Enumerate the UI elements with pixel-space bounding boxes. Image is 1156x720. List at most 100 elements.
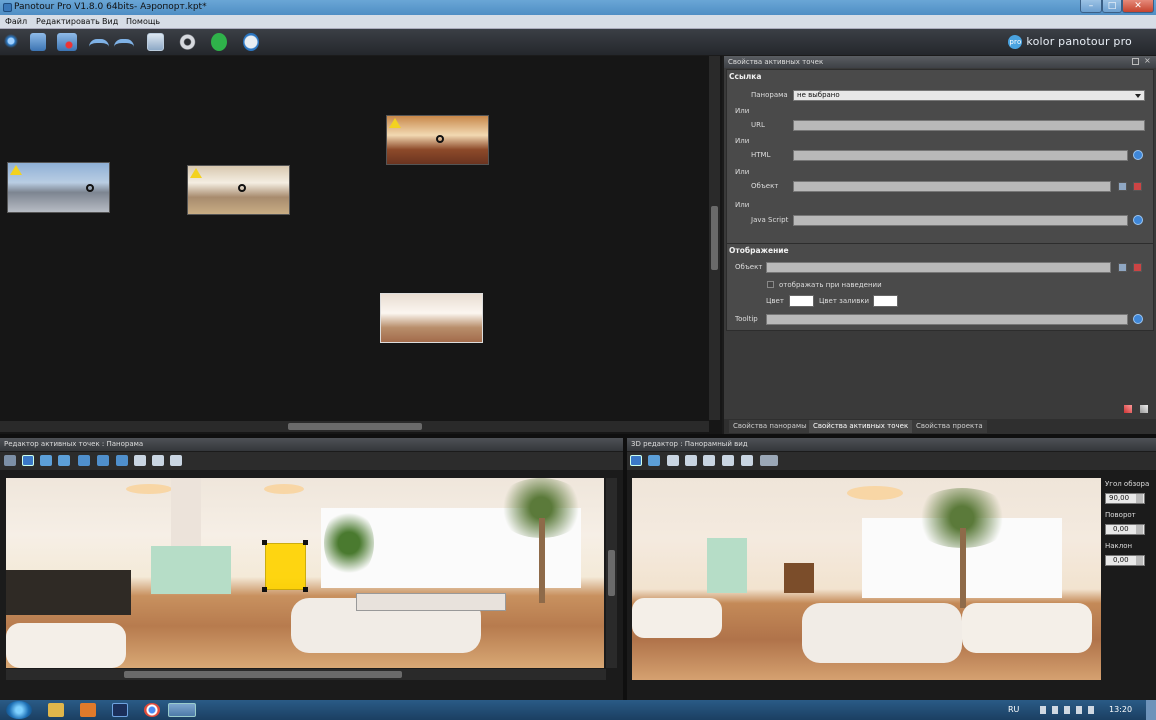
- tray-icons[interactable]: [1040, 706, 1100, 714]
- hotspot-marker[interactable]: [86, 184, 94, 192]
- browse-folder-icon[interactable]: [1118, 182, 1127, 191]
- hotspot-handle[interactable]: [303, 587, 308, 592]
- point-tool-icon[interactable]: [58, 455, 70, 466]
- javascript-input[interactable]: [793, 215, 1128, 226]
- menu-file[interactable]: Файл: [5, 17, 27, 26]
- image-export-icon[interactable]: [741, 455, 753, 466]
- walk-right-icon[interactable]: [703, 455, 715, 466]
- hotspot-editor-panorama[interactable]: [6, 478, 604, 668]
- walk-left-icon[interactable]: [685, 455, 697, 466]
- javascript-edit-icon[interactable]: [1133, 215, 1143, 225]
- close-project-icon[interactable]: [57, 33, 77, 51]
- url-input[interactable]: [793, 120, 1145, 131]
- scroll-thumb[interactable]: [288, 423, 422, 430]
- help-icon[interactable]: [243, 33, 259, 51]
- html-edit-icon[interactable]: [1133, 150, 1143, 160]
- redo-icon[interactable]: [114, 39, 134, 47]
- scroll-thumb[interactable]: [711, 206, 718, 270]
- clear-icon[interactable]: [1133, 182, 1142, 191]
- menu-help[interactable]: Помощь: [126, 17, 160, 26]
- panorama-select[interactable]: не выбрано: [793, 90, 1145, 101]
- select-tool-icon[interactable]: [630, 455, 642, 466]
- selected-hotspot[interactable]: [265, 543, 306, 590]
- tooltip-label: Tooltip: [735, 315, 758, 323]
- hotspot-marker[interactable]: [436, 135, 444, 143]
- add-panorama-icon[interactable]: [3, 33, 23, 51]
- object-input[interactable]: [793, 181, 1111, 192]
- chrome-icon[interactable]: [144, 703, 160, 717]
- add-point-icon[interactable]: [78, 455, 90, 466]
- tab-project-properties[interactable]: Свойства проекта: [912, 420, 987, 433]
- tooltip-input[interactable]: [766, 314, 1128, 325]
- clear-icon[interactable]: [1133, 263, 1142, 272]
- editor-3d-header: 3D редактор : Панорамный вид: [627, 438, 1156, 451]
- start-orb-icon[interactable]: [6, 701, 32, 719]
- color-label: Цвет: [766, 297, 784, 305]
- media-player-icon[interactable]: [80, 703, 96, 717]
- canvas-vertical-scrollbar[interactable]: [709, 56, 720, 420]
- photoshop-icon[interactable]: [112, 703, 128, 717]
- rectangle-tool-icon[interactable]: [22, 455, 34, 466]
- maximize-button[interactable]: □: [1102, 0, 1122, 13]
- panorama-thumb-selected[interactable]: [380, 293, 483, 343]
- walk-icon[interactable]: [667, 455, 679, 466]
- editor-horizontal-scrollbar[interactable]: [6, 669, 606, 680]
- editor-vertical-scrollbar[interactable]: [606, 478, 617, 668]
- view-mode-dropdown-icon[interactable]: [760, 455, 778, 466]
- color-swatch[interactable]: [789, 295, 814, 307]
- menu-edit[interactable]: Редактировать: [36, 17, 100, 26]
- hotspot-handle[interactable]: [303, 540, 308, 545]
- editor-3d-view[interactable]: [632, 478, 1101, 680]
- undo-icon[interactable]: [89, 39, 109, 47]
- panotour-taskbar-icon[interactable]: [168, 703, 196, 717]
- select-tool-icon[interactable]: [4, 455, 16, 466]
- add-image-icon[interactable]: [147, 33, 164, 51]
- minimize-button[interactable]: –: [1080, 0, 1102, 13]
- scroll-thumb[interactable]: [608, 550, 615, 596]
- hotspot-handle[interactable]: [262, 587, 267, 592]
- build-play-icon[interactable]: [211, 33, 227, 51]
- image-import-icon[interactable]: [152, 455, 164, 466]
- apply-icon[interactable]: [1140, 405, 1148, 413]
- spin-arrows-icon[interactable]: [1136, 556, 1143, 565]
- close-button[interactable]: ✕: [1122, 0, 1154, 13]
- tour-canvas[interactable]: [0, 56, 722, 434]
- image-hotspot-icon[interactable]: [134, 455, 146, 466]
- save-icon[interactable]: [30, 33, 46, 51]
- panel-close-icon[interactable]: ×: [1144, 57, 1151, 65]
- panel-float-icon[interactable]: [1132, 58, 1139, 65]
- white-sofa: [802, 603, 962, 663]
- panorama-thumb-lounge[interactable]: [386, 115, 489, 165]
- panorama-thumb-airfield[interactable]: [7, 162, 110, 213]
- spin-arrows-icon[interactable]: [1136, 525, 1143, 534]
- image-import-icon[interactable]: [722, 455, 734, 466]
- tab-panorama-properties[interactable]: Свойства панорамы: [729, 420, 811, 433]
- ceiling-light: [264, 484, 304, 494]
- settings-gear-icon[interactable]: [179, 33, 196, 51]
- browse-folder-icon[interactable]: [1118, 263, 1127, 272]
- html-input[interactable]: [793, 150, 1128, 161]
- show-on-hover-checkbox[interactable]: [767, 281, 774, 288]
- language-indicator[interactable]: RU: [1008, 705, 1019, 714]
- tooltip-edit-icon[interactable]: [1133, 314, 1143, 324]
- delete-point-icon[interactable]: [116, 455, 128, 466]
- vertical-splitter[interactable]: [623, 438, 627, 700]
- polygon-tool-icon[interactable]: [40, 455, 52, 466]
- explorer-icon[interactable]: [48, 703, 64, 717]
- move-point-icon[interactable]: [97, 455, 109, 466]
- panorama-thumb-hall[interactable]: [187, 165, 290, 215]
- spin-arrows-icon[interactable]: [1136, 494, 1143, 503]
- display-object-input[interactable]: [766, 262, 1111, 273]
- rotation-value: 0,00: [1113, 525, 1129, 533]
- hotspot-marker[interactable]: [238, 184, 246, 192]
- canvas-horizontal-scrollbar[interactable]: [0, 421, 709, 432]
- image-export-icon[interactable]: [170, 455, 182, 466]
- tab-hotspot-properties[interactable]: Свойства активных точек: [809, 420, 913, 433]
- menu-view[interactable]: Вид: [102, 17, 118, 26]
- panorama-view-icon[interactable]: [648, 455, 660, 466]
- fill-color-swatch[interactable]: [873, 295, 898, 307]
- reset-icon[interactable]: [1124, 405, 1132, 413]
- scroll-thumb[interactable]: [124, 671, 402, 678]
- hotspot-handle[interactable]: [262, 540, 267, 545]
- show-desktop-button[interactable]: [1146, 700, 1156, 720]
